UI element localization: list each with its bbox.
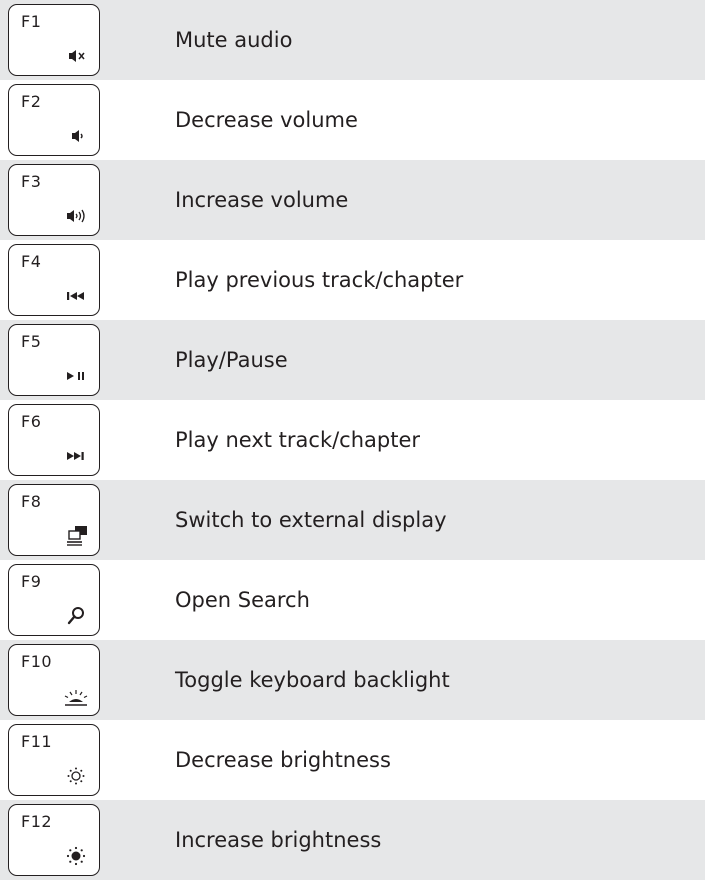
f3-key: F3 xyxy=(8,164,100,236)
key-label: F8 xyxy=(21,492,42,511)
f11-key: F11 xyxy=(8,724,100,796)
keyboard-backlight-icon xyxy=(61,685,91,707)
play-pause-icon xyxy=(61,365,91,387)
function-description: Open Search xyxy=(175,588,310,612)
row-f10: F10 Toggle keyboard backlight xyxy=(0,640,705,720)
row-f4: F4 Play previous track/chapter xyxy=(0,240,705,320)
row-f11: F11 Decrease brightness xyxy=(0,720,705,800)
row-f1: F1 Mute audio xyxy=(0,0,705,80)
f2-key: F2 xyxy=(8,84,100,156)
function-description: Switch to external display xyxy=(175,508,447,532)
f9-key: F9 xyxy=(8,564,100,636)
f5-key: F5 xyxy=(8,324,100,396)
external-display-icon xyxy=(61,525,91,547)
row-f6: F6 Play next track/chapter xyxy=(0,400,705,480)
key-label: F3 xyxy=(21,172,42,191)
row-f12: F12 Increase brightness xyxy=(0,800,705,880)
function-description: Play previous track/chapter xyxy=(175,268,464,292)
f12-key: F12 xyxy=(8,804,100,876)
next-track-icon xyxy=(61,445,91,467)
key-label: F11 xyxy=(21,732,53,751)
key-label: F1 xyxy=(21,12,42,31)
key-label: F10 xyxy=(21,652,53,671)
function-key-table: F1 Mute audio F2 Decrease volume F3 Incr… xyxy=(0,0,705,880)
volume-up-icon xyxy=(61,205,91,227)
row-f9: F9 Open Search xyxy=(0,560,705,640)
previous-track-icon xyxy=(61,285,91,307)
function-description: Decrease volume xyxy=(175,108,358,132)
volume-down-icon xyxy=(61,125,91,147)
brightness-down-icon xyxy=(61,765,91,787)
f8-key: F8 xyxy=(8,484,100,556)
key-label: F5 xyxy=(21,332,42,351)
row-f8: F8 Switch to external display xyxy=(0,480,705,560)
function-description: Mute audio xyxy=(175,28,293,52)
row-f5: F5 Play/Pause xyxy=(0,320,705,400)
f6-key: F6 xyxy=(8,404,100,476)
row-f3: F3 Increase volume xyxy=(0,160,705,240)
key-label: F6 xyxy=(21,412,42,431)
f1-key: F1 xyxy=(8,4,100,76)
row-f2: F2 Decrease volume xyxy=(0,80,705,160)
brightness-up-icon xyxy=(61,845,91,867)
function-description: Play/Pause xyxy=(175,348,288,372)
key-label: F9 xyxy=(21,572,42,591)
key-label: F12 xyxy=(21,812,53,831)
mute-icon xyxy=(61,45,91,67)
f4-key: F4 xyxy=(8,244,100,316)
function-description: Toggle keyboard backlight xyxy=(175,668,450,692)
function-description: Play next track/chapter xyxy=(175,428,421,452)
function-description: Increase brightness xyxy=(175,828,382,852)
function-description: Increase volume xyxy=(175,188,349,212)
key-label: F2 xyxy=(21,92,42,111)
key-label: F4 xyxy=(21,252,42,271)
f10-key: F10 xyxy=(8,644,100,716)
search-icon xyxy=(61,605,91,627)
function-description: Decrease brightness xyxy=(175,748,391,772)
